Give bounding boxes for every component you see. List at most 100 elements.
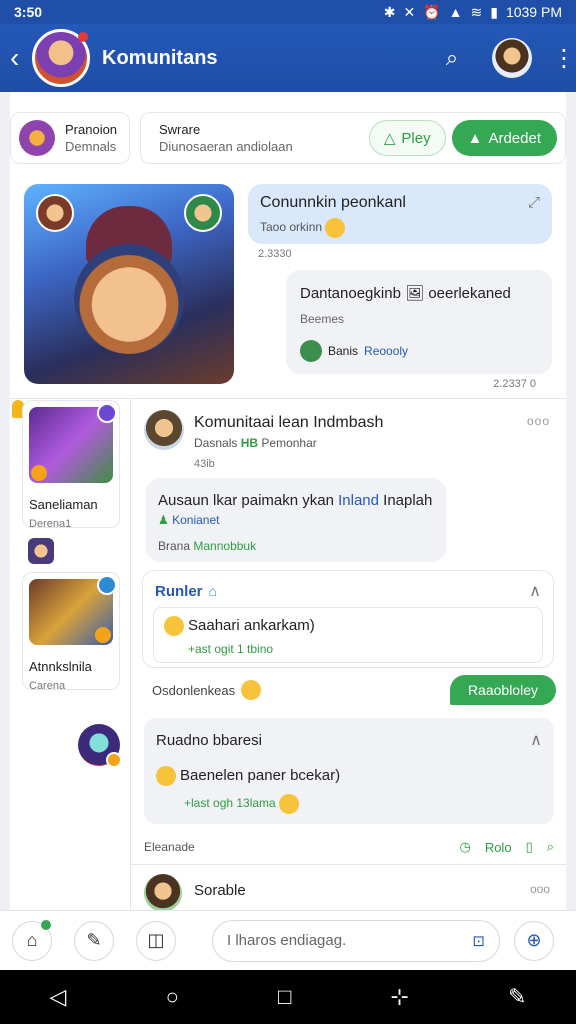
post-bubble-foot-green: Mannobbuk bbox=[193, 539, 257, 553]
panel2-header: Ruadno bbaresi bbox=[156, 732, 262, 749]
divider bbox=[130, 398, 131, 910]
pinned-first-title: Pranoion bbox=[65, 122, 118, 137]
pinned-second-title: Swrare bbox=[159, 122, 201, 137]
footer-label: Eleanade bbox=[144, 840, 195, 854]
nav-screenshot-icon[interactable]: ⊹ bbox=[390, 984, 408, 1010]
message-placeholder: I lharos endiagag. bbox=[227, 932, 347, 949]
post-bubble-link[interactable]: Inland bbox=[338, 492, 379, 509]
badge-icon bbox=[97, 575, 117, 595]
post-avatar[interactable] bbox=[144, 874, 182, 912]
home-icon: ⌂ bbox=[208, 583, 217, 599]
react-label[interactable]: Osdonlenkeas bbox=[152, 683, 235, 698]
panel-message[interactable]: Saahari ankarkam) +ast ogit 1 tbino bbox=[153, 607, 543, 663]
community-avatar[interactable] bbox=[32, 29, 90, 87]
emoji-icon bbox=[241, 680, 262, 700]
camera-button[interactable]: ◫ bbox=[136, 920, 176, 961]
side-avatar[interactable] bbox=[78, 724, 122, 768]
play-label: Pley bbox=[401, 129, 431, 147]
footer-action[interactable]: Rolo bbox=[485, 840, 512, 855]
pinned-card-second[interactable]: Swrare Diunosaeran andiolaan △ Pley ▲ Ar… bbox=[140, 112, 566, 164]
send-button[interactable]: ⊕ bbox=[514, 920, 554, 961]
message-sub: Taoo orkinn bbox=[260, 220, 323, 235]
image-icon: 🖼 bbox=[405, 285, 425, 302]
post-sub: Dasnals bbox=[194, 436, 238, 450]
message-title: Conunnkin peonkanl bbox=[260, 194, 406, 211]
app-bar: ‹ Komunitans ⌕ ⋮ bbox=[0, 24, 576, 92]
message-input[interactable]: I lharos endiagag. ⊡ bbox=[212, 919, 500, 962]
hero-face bbox=[74, 244, 184, 354]
edit-button[interactable]: ✎ bbox=[74, 920, 114, 961]
side-card-second[interactable]: Atnnkslnila Carena bbox=[22, 572, 120, 692]
post-avatar[interactable] bbox=[144, 410, 184, 450]
bookmark-icon[interactable]: ▯ bbox=[526, 839, 533, 855]
hero-badge-right bbox=[184, 194, 222, 232]
panel2-green: +last ogh 13lama bbox=[184, 796, 276, 811]
search-icon[interactable]: ⌕ bbox=[547, 839, 554, 855]
mute-icon: ✕ bbox=[403, 3, 416, 20]
post-bubble-text: Ausaun lkar paimakn ykan bbox=[158, 492, 334, 509]
side-card-thumbnail bbox=[29, 403, 117, 483]
person-icon: ♟ bbox=[158, 513, 169, 527]
page-title: Komunitans bbox=[102, 46, 218, 69]
emoji-icon bbox=[325, 218, 346, 238]
message-bubble-grey[interactable]: Dantanoegkinb 🖼 oeerlekaned Beemes Banis… bbox=[286, 270, 552, 374]
side-card-first[interactable]: Saneliaman Derena1 bbox=[22, 400, 120, 530]
reply-name: Banis bbox=[328, 344, 359, 358]
thread-panel[interactable]: Runler ⌂ ∧ Saahari ankarkam) +ast ogit 1 … bbox=[142, 570, 554, 668]
more-horiz-icon[interactable]: ooo bbox=[527, 414, 550, 428]
reply-button[interactable]: Raaobloley bbox=[449, 675, 556, 705]
nav-home-icon[interactable]: ○ bbox=[166, 984, 179, 1010]
emoji-icon bbox=[279, 794, 300, 814]
post-header[interactable]: Komunitaai lean Indmbash Dasnals HB Pemo… bbox=[144, 408, 554, 472]
side-card-name: Atnnkslnila bbox=[29, 659, 92, 674]
composer-bar: ⌂ ✎ ◫ I lharos endiagag. ⊡ ⊕ bbox=[0, 910, 576, 970]
pin-icon[interactable]: ⤢ bbox=[528, 194, 540, 211]
pinned-first-sub: Demnals bbox=[65, 139, 117, 154]
side-card-sub: Carena bbox=[29, 680, 66, 692]
post-badge: HB bbox=[240, 436, 259, 450]
divider bbox=[10, 398, 566, 399]
post-footer: Eleanade ◷ Rolo ▯ ⌕ bbox=[144, 836, 554, 858]
nav-edit-icon[interactable]: ✎ bbox=[508, 984, 526, 1010]
sticker-icon[interactable]: ⊡ bbox=[472, 932, 485, 950]
coin-icon bbox=[31, 465, 47, 481]
side-card-name: Saneliaman bbox=[29, 497, 98, 512]
triangle-icon: △ bbox=[383, 130, 396, 147]
chevron-up-icon[interactable]: ∧ bbox=[529, 581, 541, 601]
search-icon[interactable]: ⌕ bbox=[432, 38, 472, 78]
message-title: Dantanoegkinb bbox=[300, 285, 401, 302]
divider bbox=[130, 864, 566, 865]
hero-character-image[interactable] bbox=[24, 184, 234, 384]
play-button[interactable]: △ Pley bbox=[368, 120, 446, 156]
status-bar: 3:50 ✱ ✕ ⏰ ▲ ≋ ▮ 1039 PM bbox=[0, 0, 576, 24]
add-button[interactable]: ▲ Ardedet bbox=[451, 120, 557, 156]
more-vert-icon[interactable]: ⋮ bbox=[552, 44, 576, 73]
mini-avatar[interactable] bbox=[28, 538, 54, 564]
alarm-icon: ⏰ bbox=[423, 3, 441, 20]
chevron-up-icon[interactable]: ∧ bbox=[530, 730, 542, 750]
hero-badge-left bbox=[36, 194, 74, 232]
pinned-second-sub: Diunosaeran andiolaan bbox=[159, 139, 293, 154]
message-bubble-blue[interactable]: Conunnkin peonkanl Taoo orkinn ⤢ bbox=[248, 184, 552, 244]
notification-dot bbox=[78, 32, 88, 42]
post-bubble-sub: Konianet bbox=[172, 513, 220, 527]
nav-back-icon[interactable]: ◁ bbox=[50, 984, 67, 1010]
next-post-header[interactable]: Sorable ooo bbox=[144, 872, 554, 912]
clock-icon[interactable]: ◷ bbox=[459, 839, 470, 855]
reply-link[interactable]: Reoooly bbox=[364, 344, 408, 358]
post-bubble-foot: Brana bbox=[158, 539, 191, 553]
more-horiz-icon[interactable]: ooo bbox=[530, 882, 550, 896]
coin-icon bbox=[95, 627, 111, 643]
nav-recents-icon[interactable]: □ bbox=[278, 984, 291, 1010]
home-button[interactable]: ⌂ bbox=[12, 919, 52, 961]
back-arrow-icon[interactable]: ‹ bbox=[10, 42, 30, 74]
reaction-row: Osdonlenkeas Raaobloley bbox=[152, 675, 556, 705]
pinned-avatar bbox=[19, 120, 55, 156]
side-card-thumbnail bbox=[29, 575, 117, 645]
pinned-card-first[interactable]: Pranoion Demnals bbox=[10, 112, 130, 164]
post-sub-tail: Pemonhar bbox=[261, 436, 317, 450]
thread-panel-second[interactable]: Ruadno bbaresi ∧ Baenelen paner bcekar) … bbox=[144, 718, 554, 824]
profile-avatar[interactable] bbox=[492, 38, 532, 78]
post-bubble[interactable]: Ausaun lkar paimakn ykan Inland Inaplah … bbox=[146, 478, 446, 562]
panel-header: Runler bbox=[155, 583, 203, 600]
